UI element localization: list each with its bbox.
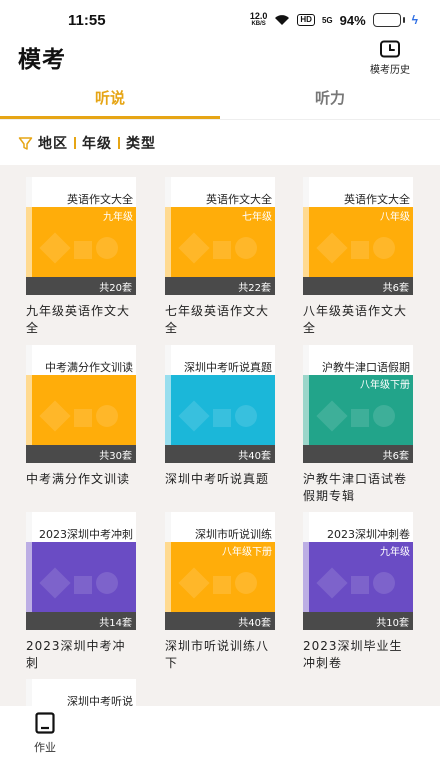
book-name: 七年级英语作文大全 [165,304,270,335]
set-count: 共14套 [99,618,132,629]
cover-title: 深圳市听说训练 [195,528,272,541]
set-count: 共6套 [382,451,409,462]
nav-homework[interactable]: 作业 [20,712,70,755]
network-speed: 12.0 KB/S [249,11,268,28]
book-name: 深圳市听说训练八下 [165,639,270,670]
filter-divider [74,137,76,149]
book-card[interactable]: 英语作文大全 九年级 共20套 九年级英语作文大全 [26,177,136,337]
charging-icon: ϟ [411,13,418,27]
filter-grade[interactable]: 年级 [82,133,112,153]
filter-bar: 地区 年级 类型 [0,121,440,165]
book-name: 沪教牛津口语试卷假期专辑 [303,472,408,503]
book-card[interactable]: 深圳市听说训练 八年级下册 共40套 深圳市听说训练八下 [165,512,275,672]
cover-title: 深圳中考听说真题 [184,361,272,374]
homework-icon [35,712,55,734]
hd-badge: HD [297,14,315,26]
history-label: 模考历史 [370,65,410,76]
wifi-icon [275,15,290,25]
tab-listening-speaking[interactable]: 听说 [0,80,220,119]
battery-icon [372,13,405,27]
tab-listening[interactable]: 听力 [220,80,440,119]
nav-homework-label: 作业 [34,741,56,754]
cover-title: 2023深圳中考冲刺 [39,528,133,541]
status-time: 11:55 [68,11,106,29]
book-name: 中考满分作文训读 [26,472,131,486]
set-count: 共10套 [376,618,409,629]
page-title: 模考 [18,46,66,73]
book-cover: 英语作文大全 七年级 共22套 [165,177,275,295]
book-cover: 2023深圳冲刺卷 九年级 共10套 [303,512,413,630]
cover-title: 英语作文大全 [206,193,272,206]
book-cover: 英语作文大全 九年级 共20套 [26,177,136,295]
book-card[interactable]: 深圳中考听说真题 共40套 深圳中考听说真题 [165,345,275,488]
book-name: 深圳中考听说真题 [165,472,270,486]
book-name: 八年级英语作文大全 [303,304,408,335]
cover-title: 英语作文大全 [67,193,133,206]
grade-label: 八年级 [380,212,410,223]
grade-label: 七年级 [242,212,272,223]
status-bar: 11:55 12.0 KB/S HD 5G 94% ϟ [0,0,440,40]
book-card[interactable]: 英语作文大全 八年级 共6套 八年级英语作文大全 [303,177,413,337]
book-name: 2023深圳毕业生冲刺卷 [303,639,403,670]
battery-percent: 94% [339,12,366,28]
book-cover: 深圳市听说训练 八年级下册 共40套 [165,512,275,630]
filter-icon[interactable] [18,136,33,151]
grade-label: 九年级 [103,212,133,223]
set-count: 共6套 [382,283,409,294]
book-cover: 中考满分作文训读 共30套 [26,345,136,463]
book-cover: 2023深圳中考冲刺 共14套 [26,512,136,630]
set-count: 共40套 [238,618,271,629]
book-cover: 沪教牛津口语假期 八年级下册 共6套 [303,345,413,463]
book-card[interactable]: 英语作文大全 七年级 共22套 七年级英语作文大全 [165,177,275,337]
cover-title: 沪教牛津口语假期 [322,361,410,374]
filter-divider [118,137,120,149]
filter-type[interactable]: 类型 [126,133,156,153]
tab-bar: 听说 听力 [0,80,440,120]
signal-icon: 5G [321,15,333,25]
book-cover: 英语作文大全 八年级 共6套 [303,177,413,295]
book-card[interactable]: 沪教牛津口语假期 八年级下册 共6套 沪教牛津口语试卷假期专辑 [303,345,413,505]
book-card[interactable]: 中考满分作文训读 共30套 中考满分作文训读 [26,345,136,488]
set-count: 共20套 [99,283,132,294]
book-cover: 深圳中考听说真题 共40套 [165,345,275,463]
set-count: 共30套 [99,451,132,462]
exam-history-button[interactable]: 模考历史 [364,40,416,76]
cover-title: 英语作文大全 [344,193,410,206]
set-count: 共40套 [238,451,271,462]
main-content: 地区 年级 类型 英语作文大全 九年级 共20套 九年级英语作文大全 英语作文大… [0,121,440,770]
header: 模考 模考历史 [0,40,440,76]
book-card[interactable]: 2023深圳中考冲刺 共14套 2023深圳中考冲刺 [26,512,136,672]
status-icons: 12.0 KB/S HD 5G 94% ϟ [250,12,418,28]
book-name: 九年级英语作文大全 [26,304,131,335]
grade-label: 九年级 [380,547,410,558]
cover-title: 中考满分作文训读 [45,361,133,374]
bottom-nav: 作业 [0,706,440,770]
grade-label: 八年级下册 [360,380,410,391]
set-count: 共22套 [238,283,271,294]
cover-title: 2023深圳冲刺卷 [327,528,410,541]
filter-region[interactable]: 地区 [38,133,68,153]
book-card[interactable]: 2023深圳冲刺卷 九年级 共10套 2023深圳毕业生冲刺卷 [303,512,413,672]
book-name: 2023深圳中考冲刺 [26,639,126,670]
history-icon [380,40,400,58]
grade-label: 八年级下册 [222,547,272,558]
